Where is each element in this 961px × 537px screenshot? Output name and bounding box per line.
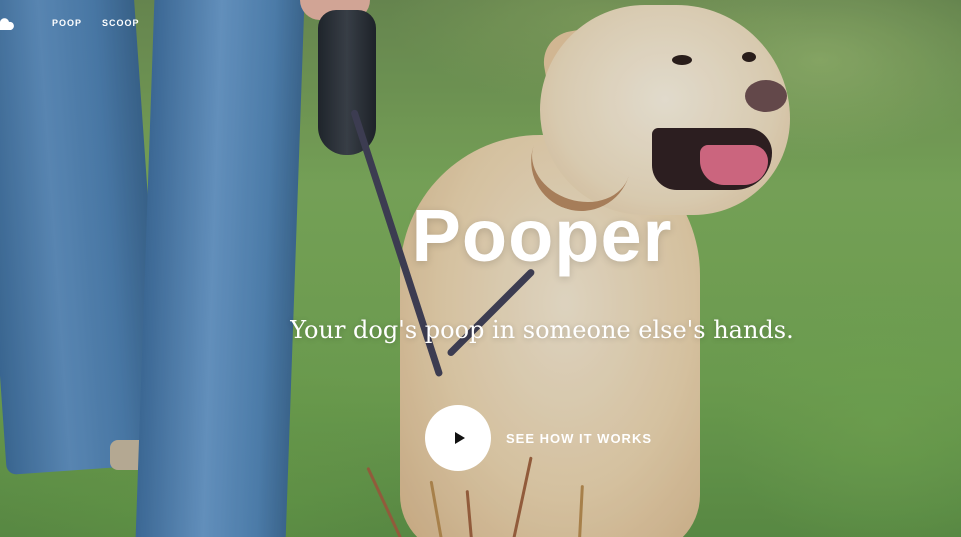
cta-label[interactable]: SEE HOW IT WORKS	[506, 431, 652, 446]
cloud-poop-icon[interactable]	[0, 10, 16, 34]
hero-subtitle: Your dog's poop in someone else's hands.	[290, 316, 794, 344]
hero-title: Pooper	[411, 194, 673, 277]
hero-section: POOP SCOOP Pooper Your dog's poop in som…	[0, 0, 961, 537]
see-how-it-works-button[interactable]: SEE HOW IT WORKS	[425, 405, 652, 471]
nav-link-scoop[interactable]: SCOOP	[102, 18, 140, 28]
play-icon	[454, 432, 465, 444]
play-button[interactable]	[425, 405, 491, 471]
nav-link-poop[interactable]: POOP	[52, 18, 82, 28]
